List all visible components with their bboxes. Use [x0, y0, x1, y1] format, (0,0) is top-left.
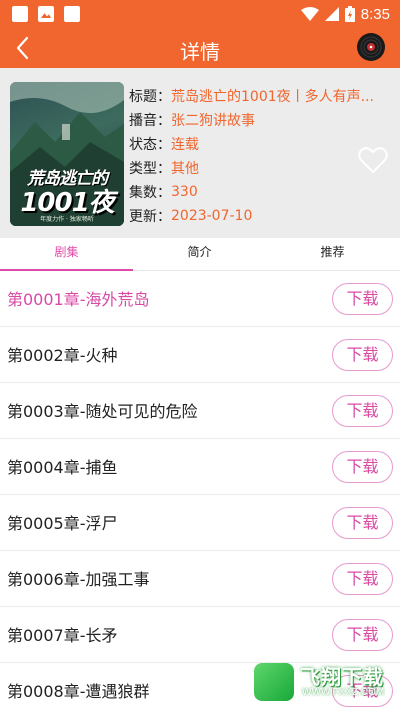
chapter-row[interactable]: 第0005章-浮尸 下载 [0, 495, 400, 551]
meta-label: 集数： [129, 185, 171, 201]
vinyl-disc-icon [357, 33, 385, 61]
meta-label: 播音： [129, 113, 171, 129]
notification-icon [64, 6, 80, 22]
chapter-title: 第0003章-随处可见的危险 [7, 402, 198, 421]
book-cover: 荒岛逃亡的 1001夜 年度力作 · 独家畅听 [10, 82, 124, 226]
meta-row-type: 类型： 其他 [129, 156, 395, 180]
player-button[interactable] [356, 32, 386, 62]
signal-icon [324, 7, 339, 21]
chapter-title: 第0004章-捕鱼 [7, 458, 118, 477]
chapter-title: 第0008章-遭遇狼群 [7, 682, 150, 701]
book-meta: 标题： 荒岛逃亡的1001夜丨多人有声... 播音： 张二狗讲故事 状态： 连载… [129, 84, 395, 228]
chapter-row[interactable]: 第0003章-随处可见的危险 下载 [0, 383, 400, 439]
image-icon [38, 6, 54, 22]
meta-row-updated: 更新： 2023-07-10 [129, 204, 395, 228]
meta-label: 标题： [129, 89, 171, 105]
heart-outline-icon [358, 147, 388, 173]
download-button[interactable]: 下载 [332, 619, 393, 651]
download-button[interactable]: 下载 [332, 339, 393, 371]
chapter-row[interactable]: 第0004章-捕鱼 下载 [0, 439, 400, 495]
watermark-icon [254, 663, 294, 701]
meta-value: 2023-07-10 [171, 208, 253, 224]
cover-caption: 年度力作 · 独家畅听 [40, 216, 94, 223]
chapter-title: 第0007章-长矛 [7, 626, 118, 645]
meta-label: 更新： [129, 209, 171, 225]
battery-icon [344, 6, 355, 22]
download-button[interactable]: 下载 [332, 451, 393, 483]
favorite-button[interactable] [358, 146, 388, 174]
app-bar: 详情 [0, 28, 400, 68]
download-button[interactable]: 下载 [332, 507, 393, 539]
meta-row-narrator: 播音： 张二狗讲故事 [129, 108, 395, 132]
chapter-title: 第0002章-火种 [7, 346, 118, 365]
meta-value: 连载 [171, 137, 199, 153]
chapter-row[interactable]: 第0001章-海外荒岛 下载 [0, 271, 400, 327]
page-title: 详情 [180, 40, 220, 64]
tab-episodes[interactable]: 剧集 [0, 238, 133, 271]
chapter-title: 第0005章-浮尸 [7, 514, 118, 533]
meta-label: 状态： [129, 137, 171, 153]
watermark-url: WWW.FXXZ.COM [302, 687, 385, 698]
meta-value: 330 [171, 184, 198, 200]
chapter-row[interactable]: 第0007章-长矛 下载 [0, 607, 400, 663]
chapter-list: 第0001章-海外荒岛 下载 第0002章-火种 下载 第0003章-随处可见的… [0, 271, 400, 711]
chapter-title: 第0006章-加强工事 [7, 570, 150, 589]
status-time: 8:35 [360, 5, 390, 23]
watermark-logo: 飞翔下载 WWW.FXXZ.COM [254, 659, 394, 705]
meta-label: 类型： [129, 161, 171, 177]
notification-icon [12, 6, 28, 22]
download-button[interactable]: 下载 [332, 283, 393, 315]
tab-intro[interactable]: 简介 [133, 238, 266, 271]
watermark-text: 飞翔下载 [300, 665, 384, 689]
chapter-row[interactable]: 第0006章-加强工事 下载 [0, 551, 400, 607]
tab-bar: 剧集 简介 推荐 [0, 238, 400, 271]
tab-recommend[interactable]: 推荐 [266, 238, 399, 271]
meta-row-status: 状态： 连载 [129, 132, 395, 156]
download-button[interactable]: 下载 [332, 563, 393, 595]
meta-value: 荒岛逃亡的1001夜丨多人有声... [171, 89, 374, 105]
download-button[interactable]: 下载 [332, 395, 393, 427]
meta-value: 张二狗讲故事 [171, 113, 255, 129]
chapter-row[interactable]: 第0002章-火种 下载 [0, 327, 400, 383]
chapter-title: 第0001章-海外荒岛 [7, 290, 150, 309]
meta-value: 其他 [171, 161, 199, 177]
meta-row-title: 标题： 荒岛逃亡的1001夜丨多人有声... [129, 84, 395, 108]
book-info-panel: 荒岛逃亡的 1001夜 年度力作 · 独家畅听 标题： 荒岛逃亡的1001夜丨多… [0, 68, 400, 238]
wifi-icon [300, 7, 319, 21]
status-bar: 8:35 [0, 0, 400, 28]
meta-row-episodes: 集数： 330 [129, 180, 395, 204]
